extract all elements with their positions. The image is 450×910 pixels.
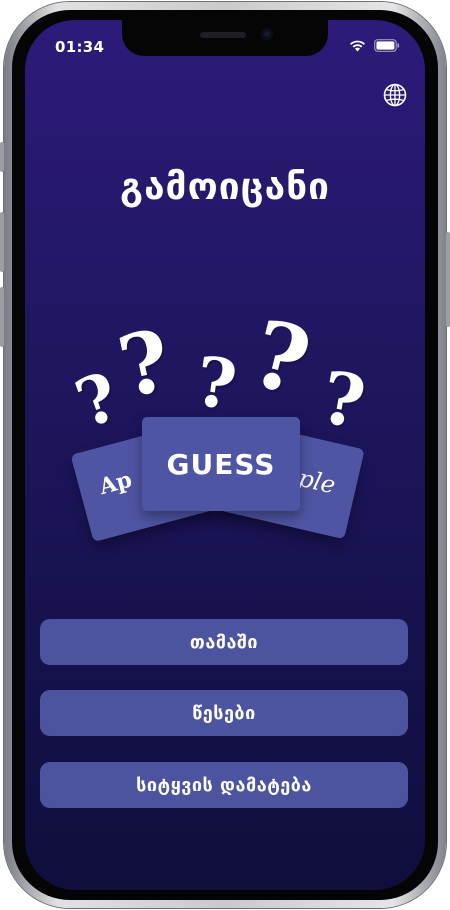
- right-card-text: ple: [295, 463, 339, 500]
- status-time: 01:34: [55, 38, 105, 56]
- question-mark-icon: ?: [65, 356, 129, 444]
- globe-icon[interactable]: [382, 82, 408, 108]
- main-card-text: GUESS: [166, 448, 276, 481]
- status-icons: [349, 39, 400, 52]
- app-logo: ? ? ? ? ? Ap ple GUESS: [65, 299, 375, 543]
- mute-switch: [0, 142, 4, 172]
- app-screen: 01:34 გამოიცანი ? ? ? ? ? Ap ple GUESS თ…: [25, 20, 425, 890]
- battery-icon: [374, 39, 400, 52]
- rules-button[interactable]: წესები: [40, 690, 408, 736]
- wifi-icon: [350, 40, 365, 52]
- front-camera: [261, 28, 273, 40]
- left-card-text: Ap: [96, 466, 135, 501]
- main-word-card: GUESS: [142, 417, 300, 511]
- question-mark-icon: ?: [110, 309, 179, 418]
- question-mark-icon: ?: [315, 353, 372, 446]
- notch: [122, 20, 328, 56]
- volume-up-button: [0, 212, 4, 272]
- earpiece-speaker: [200, 32, 246, 38]
- power-button: [446, 232, 450, 327]
- app-title: გამოიცანი: [120, 165, 330, 208]
- volume-down-button: [0, 287, 4, 347]
- play-button[interactable]: თამაში: [40, 619, 408, 665]
- question-mark-icon: ?: [190, 341, 242, 427]
- add-word-button[interactable]: სიტყვის დამატება: [40, 762, 408, 808]
- question-mark-icon: ?: [241, 299, 321, 417]
